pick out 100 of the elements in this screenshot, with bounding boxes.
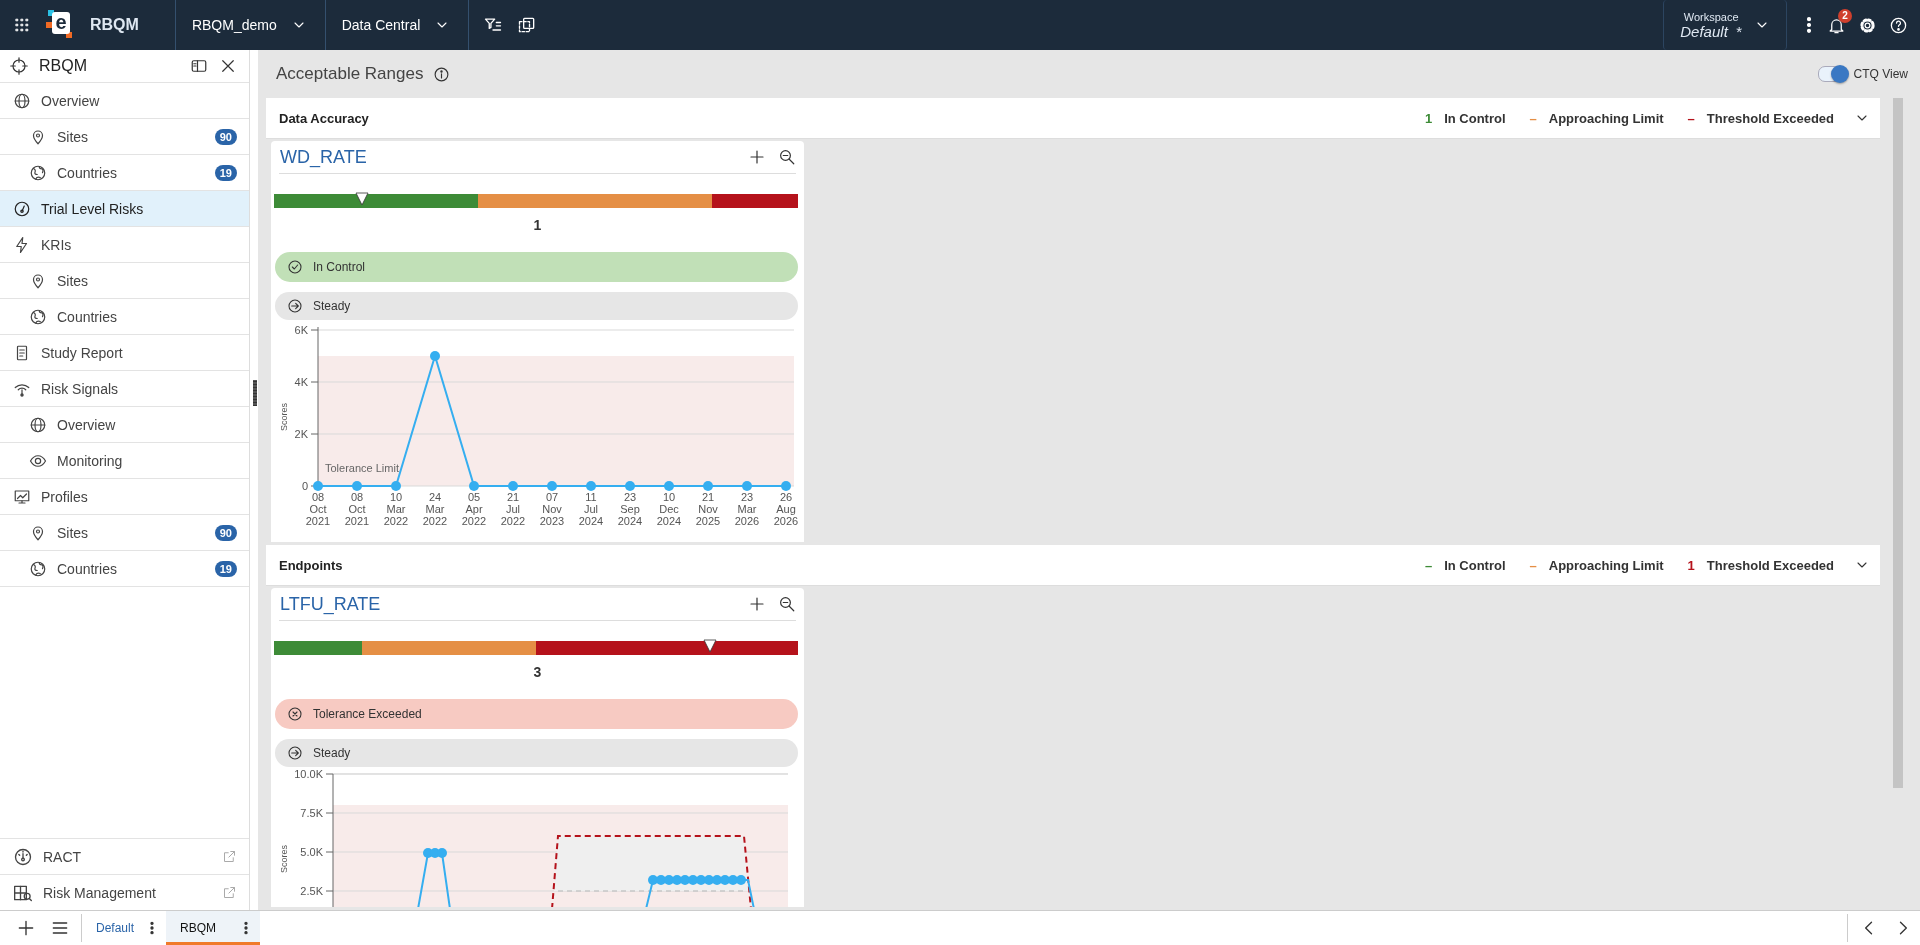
- study-dropdown[interactable]: RBQM_demo: [175, 0, 325, 50]
- axis-tick-label: 7.5K: [300, 807, 323, 819]
- card-title[interactable]: LTFU_RATE: [280, 593, 381, 615]
- data-point: [742, 481, 752, 491]
- data-point: [728, 875, 738, 885]
- data-point: [625, 481, 635, 491]
- external-link-icon: [222, 885, 237, 900]
- data-point: [547, 481, 557, 491]
- legend-label: Threshold Exceeded: [1706, 110, 1834, 126]
- nav-item[interactable]: KRIs: [0, 227, 249, 263]
- data-point: [704, 875, 714, 885]
- axis-tick-label: 07 Nov 2023: [539, 491, 565, 527]
- count-badge: 19: [214, 560, 237, 577]
- nav-item[interactable]: Monitoring: [0, 443, 249, 479]
- axis-tick-label: 10 Mar 2022: [383, 491, 409, 527]
- data-point: [391, 481, 401, 491]
- resize-handle[interactable]: [253, 380, 257, 406]
- earth-icon: [29, 163, 47, 182]
- data-point: [688, 875, 698, 885]
- workspace-tab[interactable]: RBQM: [166, 911, 261, 945]
- data-point: [430, 351, 440, 361]
- plus-icon[interactable]: [748, 148, 766, 166]
- axis-tick-label: 26 Aug 2026: [773, 491, 799, 527]
- data-point: [586, 481, 596, 491]
- check-circle-icon: [287, 259, 303, 275]
- count-badge: 90: [214, 128, 237, 145]
- card-title[interactable]: WD_RATE: [280, 146, 367, 168]
- status-label: Steady: [313, 746, 351, 760]
- status-label: In Control: [313, 260, 366, 274]
- nav-item[interactable]: Profiles: [0, 479, 249, 515]
- notification-count: 2: [1838, 8, 1852, 23]
- gauge-marker: [703, 639, 718, 653]
- plus-icon[interactable]: [748, 595, 766, 613]
- count-badge: 19: [214, 164, 237, 181]
- nav-item[interactable]: Overview: [0, 83, 249, 119]
- axis-tick-label: 0: [301, 480, 308, 492]
- axis-tick-label: 6K: [294, 324, 308, 336]
- crosshair-icon: [10, 57, 28, 75]
- gauge-marker: [354, 192, 369, 206]
- arrow-circle-icon: [287, 298, 303, 314]
- arrow-circle-icon: [287, 745, 303, 761]
- legend-count: 1: [1687, 557, 1695, 573]
- scrollbar[interactable]: [1893, 98, 1903, 788]
- earth-icon: [29, 559, 47, 578]
- legend-count: –: [1687, 110, 1695, 126]
- count-badge: 90: [214, 524, 237, 541]
- settings-icon[interactable]: [1858, 15, 1877, 35]
- annotation-label: Tolerance Limit: [325, 462, 399, 474]
- zoom-out-icon[interactable]: [778, 148, 796, 166]
- nav-item[interactable]: Sites 90: [0, 119, 249, 155]
- nav-item[interactable]: Study Report: [0, 335, 249, 371]
- external-link-icon: [222, 849, 237, 864]
- workspace-tab[interactable]: Default: [86, 911, 167, 945]
- panel-toggle-icon[interactable]: [190, 57, 208, 75]
- nav-item[interactable]: Trial Level Risks: [0, 191, 249, 227]
- help-icon[interactable]: [1889, 15, 1908, 35]
- axis-tick-label: 4K: [294, 376, 308, 388]
- nav-item[interactable]: Sites 90: [0, 515, 249, 551]
- data-point: [469, 481, 479, 491]
- gauge-value: 3: [532, 664, 543, 682]
- module-dropdown[interactable]: Data Central: [325, 0, 469, 50]
- legend-label: Threshold Exceeded: [1706, 557, 1834, 573]
- data-point: [720, 875, 730, 885]
- legend-label: Approaching Limit: [1548, 110, 1664, 126]
- nav-item[interactable]: Overview: [0, 407, 249, 443]
- axis-title: Scores: [279, 845, 289, 873]
- axis-tick-label: 08 Oct 2021: [305, 491, 331, 527]
- axis-tick-label: 23 Mar 2026: [734, 491, 760, 527]
- data-point: [437, 848, 447, 858]
- legend-label: Approaching Limit: [1548, 557, 1664, 573]
- add-tab-icon[interactable]: [16, 918, 36, 938]
- axis-tick-label: 24 Mar 2022: [422, 491, 448, 527]
- data-point: [648, 875, 658, 885]
- data-point: [508, 481, 518, 491]
- close-icon[interactable]: [219, 57, 237, 75]
- nav-item[interactable]: Countries 19: [0, 551, 249, 587]
- section-title: Endpoints: [279, 557, 343, 573]
- axis-tick-label: 21 Jul 2022: [500, 491, 526, 527]
- axis-tick-label: 2.5K: [300, 885, 323, 897]
- zoom-out-icon[interactable]: [778, 595, 796, 613]
- legend-count: –: [1529, 557, 1537, 573]
- nav-link[interactable]: RACT: [0, 839, 249, 874]
- nav-item[interactable]: Countries: [0, 299, 249, 335]
- data-point: [680, 875, 690, 885]
- sidebar-title: RBQM: [39, 57, 88, 75]
- nav-item[interactable]: Risk Signals: [0, 371, 249, 407]
- nav-item[interactable]: Sites: [0, 263, 249, 299]
- monitor-chart-icon: [13, 487, 31, 506]
- data-point: [712, 875, 722, 885]
- gauge-icon: [13, 846, 33, 867]
- info-icon[interactable]: [433, 65, 451, 83]
- toggle-switch[interactable]: [1817, 66, 1848, 82]
- legend-label: In Control: [1444, 557, 1506, 573]
- axis-tick-label: 05 Apr 2022: [461, 491, 487, 527]
- legend-count: –: [1424, 557, 1433, 573]
- axis-tick-label: 5.0K: [300, 846, 323, 858]
- axis-tick-label: 10 Dec 2024: [656, 491, 682, 527]
- status-label: Tolerance Exceeded: [313, 707, 422, 721]
- app-title: RBQM: [90, 16, 139, 34]
- gauge-value: 1: [532, 217, 543, 235]
